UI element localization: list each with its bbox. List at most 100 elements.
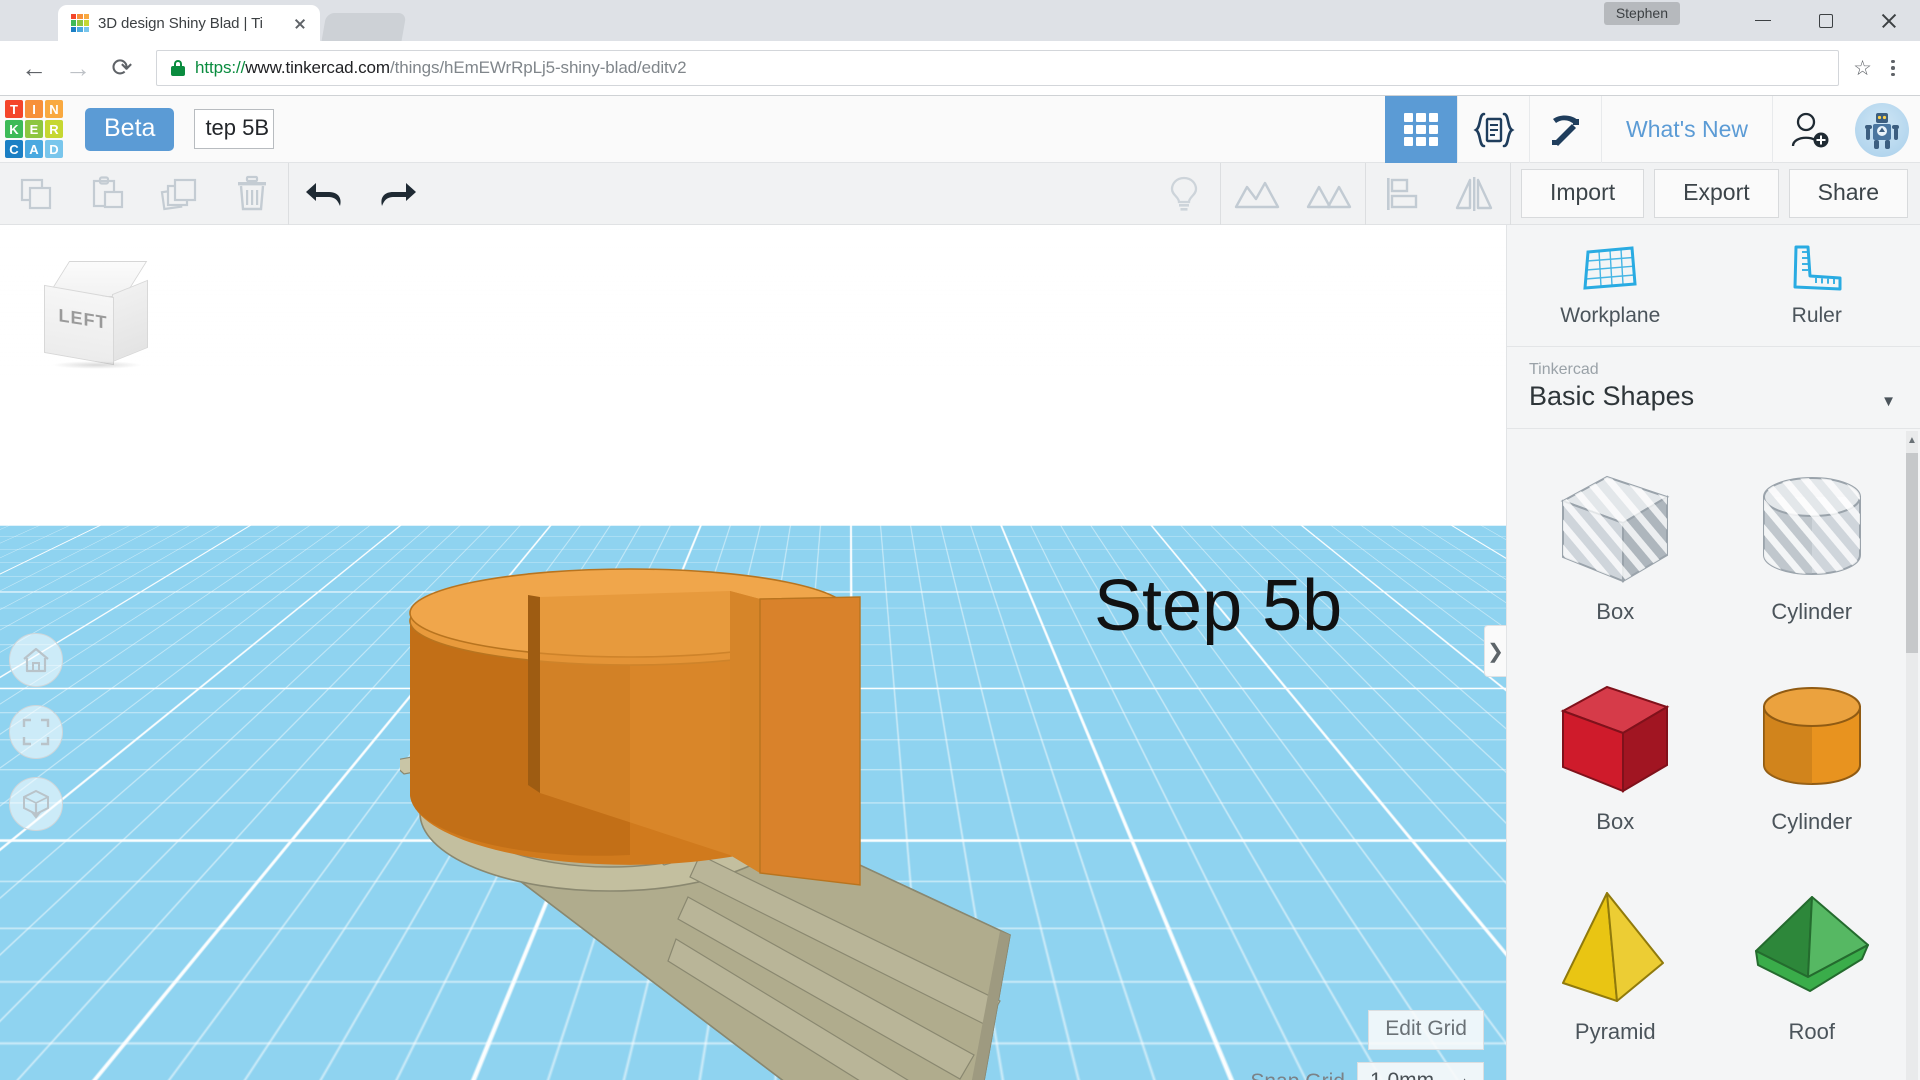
export-button[interactable]: Export [1654,169,1779,218]
caret-up-icon: ▲ [1458,1074,1471,1080]
library-collection-label: Basic Shapes [1529,381,1695,411]
3d-viewport[interactable]: LEFT Step 5b Edit Grid ❯ [0,225,1506,1080]
model-geometry [388,568,1011,1080]
window-user-chip[interactable]: Stephen [1603,2,1680,25]
edit-grid-button[interactable]: Edit Grid [1368,1010,1484,1050]
undo-arrow-icon [306,182,341,206]
star-icon[interactable]: ☆ [1853,56,1872,81]
minimize-window-button[interactable] [1731,0,1794,41]
scroll-up-icon[interactable]: ▲ [1906,431,1918,449]
reload-icon[interactable]: ⟳ [100,46,144,90]
shape-cylinder-hole-art [1742,459,1882,591]
copy-button[interactable] [0,163,72,225]
delete-button[interactable] [216,163,288,225]
close-window-button[interactable] [1857,0,1920,41]
shape-cylinder-hole[interactable]: Cylinder [1714,445,1911,649]
fit-view-button[interactable] [9,705,63,759]
grid-blocks-icon[interactable] [1385,96,1458,163]
pickaxe-icon[interactable] [1529,96,1601,163]
paste-button[interactable] [72,163,144,225]
shape-roof-green-label: Roof [1788,1019,1835,1044]
view-cube[interactable]: LEFT [36,261,154,371]
shape-pyramid-yellow[interactable]: Pyramid [1517,865,1714,1069]
browser-tab[interactable]: 3D design Shiny Blad | Ti [58,5,320,41]
close-icon[interactable] [290,13,310,33]
shape-roof-green-art [1742,879,1882,1011]
mirror-button[interactable] [1438,163,1510,225]
tinkercad-logo[interactable]: TIN KER CAD [5,100,63,158]
shape-box-hole-art [1545,459,1685,591]
3d-model[interactable] [388,555,1140,1080]
home-view-button[interactable] [9,633,63,687]
mirror-icon [1455,176,1493,211]
group-button[interactable] [1221,163,1293,225]
shape-cylinder-hole-glyph [1762,477,1861,575]
zoom-to-object-button[interactable] [9,777,63,831]
shape-roof-green[interactable]: Roof [1714,865,1911,1069]
shapes-scrollbar[interactable]: ▲ ▼ [1906,431,1918,1080]
hide-button[interactable] [1148,163,1220,225]
object-group [1148,162,1511,225]
lock-icon [171,60,185,76]
ungroup-button[interactable] [1293,163,1365,225]
editor-main: LEFT Step 5b Edit Grid ❯ Workplane Ruler… [0,225,1920,1080]
shape-roof-green-glyph [1754,896,1869,992]
favicon-tile [83,14,89,20]
forward-icon[interactable]: → [56,46,100,90]
favicon-tile [71,14,77,20]
new-tab-button[interactable] [321,13,407,41]
import-button[interactable]: Import [1520,169,1645,218]
workplane-tool[interactable]: Workplane [1507,225,1714,346]
shapes-scroll-area[interactable]: Box Cylinder Box Cylinder Pyramid Roof ▲ [1507,429,1920,1080]
toolbar-actions: Import Export Share [1511,169,1908,218]
undo-button[interactable] [289,163,361,225]
back-icon[interactable]: ← [12,46,56,90]
home-icon [23,647,49,673]
align-icon [1386,177,1418,210]
shape-box-hole-label: Box [1596,599,1635,624]
fit-to-screen-icon [22,718,50,746]
copy-icon [20,178,52,209]
viewport-nav-buttons [9,633,63,831]
codeblocks-icon[interactable] [1457,96,1529,163]
beta-badge[interactable]: Beta [85,107,175,151]
maximize-window-button[interactable] [1794,0,1857,41]
shape-box-hole[interactable]: Box [1517,445,1714,649]
logo-tile-t: T [5,100,23,118]
shape-box-red[interactable]: Box [1517,655,1714,859]
user-avatar-button[interactable] [1844,96,1920,163]
logo-tile-n: N [45,100,63,118]
workplane-icon [1583,245,1637,290]
favicon-tile [71,20,77,26]
share-button[interactable]: Share [1788,169,1908,218]
shape-cylinder-orange[interactable]: Cylinder [1714,655,1911,859]
ruler-icon [1793,245,1842,290]
ruler-tool[interactable]: Ruler [1714,225,1920,346]
url-host: www.tinkercad.com [245,58,390,77]
window-controls [1731,0,1920,41]
add-person-icon[interactable] [1772,96,1844,163]
design-name-input[interactable]: tep 5B [194,109,275,149]
url-input[interactable]: https://www.tinkercad.com/things/hEmEWrR… [156,50,1840,86]
snap-grid-label: Snap Grid [1250,1070,1345,1080]
favicon-tile [83,26,89,32]
trash-icon [238,175,266,210]
logo-tile-a: A [25,140,43,158]
panel-collapse-handle[interactable]: ❯ [1484,625,1506,677]
shape-library-select[interactable]: Tinkercad Basic Shapes ▼ [1507,347,1920,429]
kebab-menu-icon[interactable] [1878,59,1908,77]
redo-button[interactable] [361,163,433,225]
align-button[interactable] [1366,163,1438,225]
ruler-tool-label: Ruler [1791,303,1842,327]
scrollbar-thumb[interactable] [1906,453,1918,653]
duplicate-button[interactable] [144,163,216,225]
box-zoom-icon [23,789,49,819]
tab-title: 3D design Shiny Blad | Ti [98,14,263,32]
logo-tile-i: I [25,100,43,118]
favicon-tile [77,26,83,32]
snap-grid-select[interactable]: 1.0mm ▲ [1356,1062,1484,1080]
whats-new-link[interactable]: What's New [1601,96,1772,163]
shape-box-red-art [1545,669,1685,801]
favicon-tile [77,20,83,26]
favicon-tile [83,20,89,26]
